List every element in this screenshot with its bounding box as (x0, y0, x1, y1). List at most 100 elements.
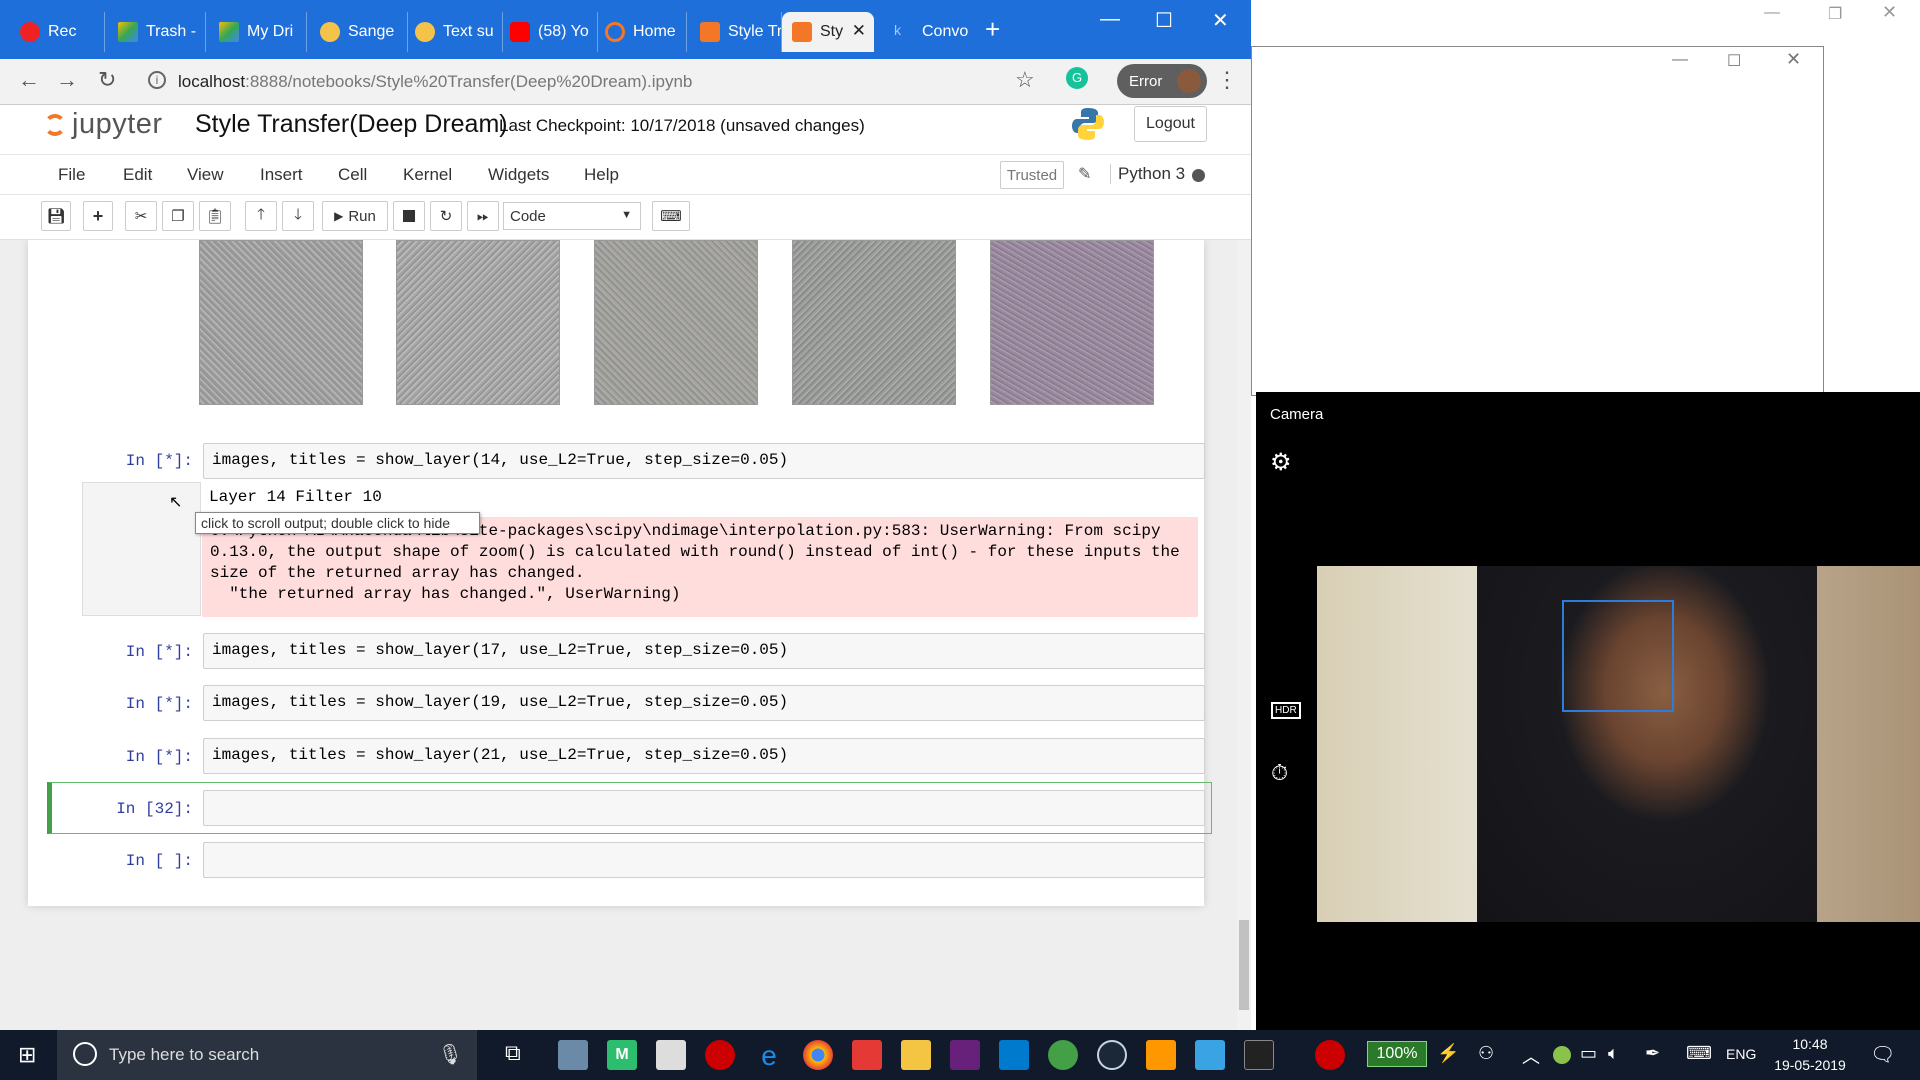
vscode-icon[interactable] (999, 1040, 1029, 1070)
code-cell-input[interactable]: images, titles = show_layer(19, use_L2=T… (203, 685, 1205, 721)
more-menu-icon[interactable]: ⋮ (1216, 67, 1238, 93)
tab-youtube[interactable]: (58) Yo (500, 12, 598, 52)
scrollbar-thumb[interactable] (1239, 920, 1249, 1010)
maximize-icon[interactable]: ☐ (1155, 8, 1173, 33)
url-input[interactable]: localhost:8888/notebooks/Style%20Transfe… (178, 66, 1078, 98)
restore-icon[interactable]: ❐ (1828, 4, 1842, 24)
close-icon[interactable]: ✕ (1882, 2, 1897, 23)
app-icon[interactable] (1195, 1040, 1225, 1070)
tab-sange[interactable]: Sange (310, 12, 408, 52)
command-palette-button[interactable]: ⌨ (652, 201, 690, 231)
task-view-icon[interactable]: ⧉ (505, 1040, 535, 1070)
info-icon[interactable]: i (148, 71, 166, 89)
anaconda-icon[interactable] (1048, 1040, 1078, 1070)
restart-run-all-button[interactable]: ⏩︎ (467, 201, 499, 231)
close-icon[interactable]: ✕ (1786, 49, 1801, 70)
battery-indicator[interactable]: 100% (1367, 1041, 1427, 1067)
tab-home[interactable]: Home (595, 12, 687, 52)
notifications-icon[interactable]: 🗨︎ (1870, 1042, 1895, 1067)
chevron-up-icon[interactable]: ︿ (1522, 1043, 1540, 1069)
jupyter-logo[interactable]: jupyter (44, 108, 163, 141)
gear-icon[interactable]: ⚙ (1270, 448, 1292, 477)
tab-my-drive[interactable]: My Dri (209, 12, 307, 52)
new-tab-button[interactable]: + (985, 14, 1000, 45)
move-up-button[interactable]: 🡑 (245, 201, 277, 231)
app-icon[interactable] (852, 1040, 882, 1070)
menu-edit[interactable]: Edit (123, 165, 152, 185)
reload-icon[interactable]: ↻ (98, 67, 116, 93)
save-button[interactable]: 💾︎ (41, 201, 71, 231)
code-cell-input[interactable] (203, 842, 1205, 878)
move-down-button[interactable]: 🡓 (282, 201, 314, 231)
edge-icon[interactable]: e (754, 1040, 784, 1071)
system-clock[interactable]: 10:48 19-05-2019 (1770, 1034, 1850, 1076)
tray-app-icon[interactable] (1315, 1040, 1345, 1070)
tray-status-icon[interactable] (1553, 1046, 1571, 1064)
tab-style-transfer[interactable]: Style Tr (690, 12, 782, 52)
timer-icon[interactable]: ⏱ (1271, 760, 1288, 786)
tab-text-summary[interactable]: Text su (405, 12, 503, 52)
profile-error-button[interactable]: Error (1117, 64, 1207, 98)
cut-button[interactable]: ✂ (125, 201, 157, 231)
minimize-icon[interactable]: — (1100, 8, 1120, 31)
volume-icon[interactable]: 🔈︎ (1608, 1043, 1619, 1064)
minimize-icon[interactable]: — (1672, 51, 1688, 69)
taskbar-search[interactable]: Type here to search 🎙︎ (57, 1030, 477, 1080)
hdr-icon[interactable]: HDR (1271, 702, 1301, 719)
chrome-icon[interactable] (803, 1040, 833, 1070)
language-indicator[interactable]: ENG (1726, 1046, 1756, 1062)
output-prompt-collapser[interactable] (82, 482, 201, 616)
paste-button[interactable]: 📋︎ (199, 201, 231, 231)
trusted-badge[interactable]: Trusted (1000, 161, 1064, 189)
microphone-icon[interactable]: 🎙︎ (438, 1042, 463, 1067)
app-m-icon[interactable]: M (607, 1040, 637, 1070)
notebook-title[interactable]: Style Transfer(Deep Dream) (195, 110, 508, 139)
app-icon[interactable] (558, 1040, 588, 1070)
code-cell-input[interactable]: images, titles = show_layer(14, use_L2=T… (203, 443, 1205, 479)
folder-icon[interactable] (901, 1040, 931, 1070)
pencil-icon[interactable]: ✎ (1078, 164, 1091, 184)
app-icon[interactable] (705, 1040, 735, 1070)
menu-kernel[interactable]: Kernel (403, 165, 452, 185)
sublime-icon[interactable] (1146, 1040, 1176, 1070)
menu-help[interactable]: Help (584, 165, 619, 185)
menu-widgets[interactable]: Widgets (488, 165, 549, 185)
kernel-name[interactable]: Python 3 (1110, 164, 1185, 184)
windows-start-icon[interactable]: ⊞ (18, 1042, 36, 1068)
maximize-icon[interactable]: ☐ (1727, 51, 1741, 71)
interrupt-button[interactable] (393, 201, 425, 231)
menu-file[interactable]: File (58, 165, 85, 185)
minimize-icon[interactable]: — (1764, 4, 1780, 22)
restart-button[interactable]: ↻ (430, 201, 462, 231)
tab-trash[interactable]: Trash - (108, 12, 206, 52)
menu-cell[interactable]: Cell (338, 165, 367, 185)
people-icon[interactable]: ⚇ (1478, 1043, 1494, 1064)
bookmark-star-icon[interactable]: ☆ (1015, 67, 1035, 93)
keyboard-icon[interactable]: ⌨ (1686, 1043, 1712, 1064)
pen-icon[interactable]: ✒ (1645, 1043, 1660, 1064)
steam-icon[interactable] (1097, 1040, 1127, 1070)
grammarly-icon[interactable]: G (1066, 67, 1088, 89)
tab-rec[interactable]: Rec (10, 12, 105, 52)
app-icon[interactable] (656, 1040, 686, 1070)
battery-icon[interactable]: ▭ (1580, 1043, 1597, 1064)
menu-view[interactable]: View (187, 165, 224, 185)
code-cell-input[interactable]: images, titles = show_layer(21, use_L2=T… (203, 738, 1205, 774)
notebook-scrollbar[interactable] (1237, 240, 1251, 1030)
insert-cell-button[interactable]: + (83, 201, 113, 231)
cell-type-select[interactable]: Code ▼ (503, 202, 641, 230)
terminal-icon[interactable] (1244, 1040, 1274, 1070)
run-button[interactable]: ▶ Run (322, 201, 388, 231)
visual-studio-icon[interactable] (950, 1040, 980, 1070)
code-cell-input[interactable] (203, 790, 1205, 826)
back-icon[interactable]: ← (18, 67, 40, 93)
close-icon[interactable]: ✕ (1212, 8, 1229, 33)
logout-button[interactable]: Logout (1134, 106, 1207, 142)
close-tab-icon[interactable]: ✕ (852, 21, 866, 41)
forward-icon[interactable]: → (56, 67, 78, 93)
copy-button[interactable]: ❐ (162, 201, 194, 231)
code-cell-input[interactable]: images, titles = show_layer(17, use_L2=T… (203, 633, 1205, 669)
tab-style-active[interactable]: Sty ✕ (782, 12, 874, 52)
tab-convo[interactable]: k Convo (884, 12, 976, 52)
menu-insert[interactable]: Insert (260, 165, 303, 185)
